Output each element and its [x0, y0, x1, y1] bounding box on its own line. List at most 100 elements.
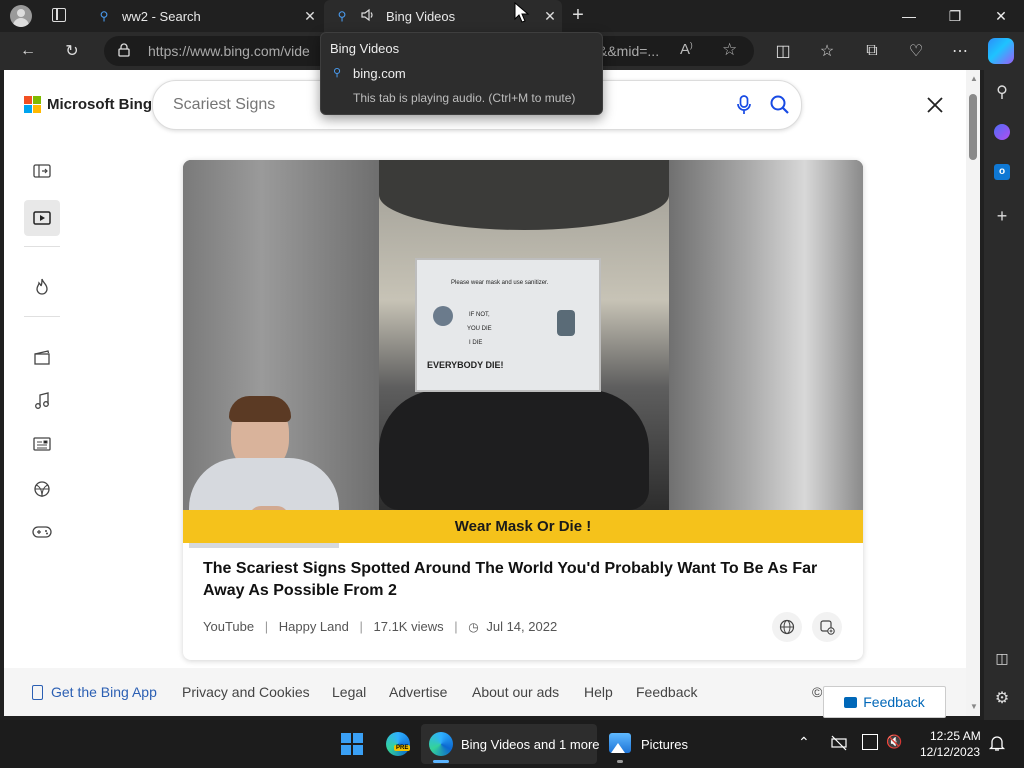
sign-line: IF NOT,	[469, 312, 490, 318]
video-date: Jul 14, 2022	[486, 619, 558, 634]
clock-icon: ◷	[468, 620, 479, 634]
copyright-text: ©	[812, 684, 823, 700]
favorite-star-icon[interactable]: ☆	[722, 40, 737, 60]
gaming-controller-icon[interactable]	[24, 514, 60, 550]
show-hidden-icons-chevron-icon[interactable]: ⌃	[798, 734, 810, 751]
sidebar-copilot-icon[interactable]	[988, 118, 1016, 146]
bing-logo[interactable]: Microsoft Bing	[24, 96, 152, 113]
sidebar-settings-icon[interactable]: ⚙	[988, 684, 1016, 712]
sports-ball-icon[interactable]	[24, 471, 60, 507]
edge-icon	[429, 732, 453, 756]
clock-date[interactable]: 12/12/2023	[920, 745, 980, 759]
help-link[interactable]: Help	[584, 668, 613, 716]
feedback-bubble-icon	[844, 696, 858, 708]
video-meta: YouTube | Happy Land | 17.1K views | ◷ J…	[203, 619, 558, 634]
feedback-link[interactable]: Feedback	[636, 668, 697, 716]
globe-icon[interactable]	[772, 612, 802, 642]
minimize-button[interactable]: —	[886, 0, 932, 32]
movies-clapper-icon[interactable]	[24, 339, 60, 375]
about-ads-link[interactable]: About our ads	[472, 668, 559, 716]
volume-muted-icon[interactable]: 🔇	[886, 734, 902, 750]
sign-line: Please wear mask and use sanitizer.	[451, 280, 549, 286]
close-tab-icon[interactable]: ✕	[298, 8, 322, 25]
microphone-icon[interactable]	[735, 94, 753, 116]
video-thumbnail[interactable]: Please wear mask and use sanitizer. IF N…	[183, 160, 863, 548]
legal-link[interactable]: Legal	[332, 668, 366, 716]
split-screen-icon[interactable]: ◫	[767, 35, 799, 67]
taskbar-pictures-button[interactable]: Pictures	[601, 724, 697, 764]
feedback-button[interactable]: Feedback	[823, 686, 946, 718]
copilot-icon[interactable]	[988, 38, 1014, 64]
hover-card-domain: bing.com	[353, 66, 406, 81]
collections-icon[interactable]: ⧉	[856, 35, 888, 67]
music-note-icon[interactable]	[24, 383, 60, 419]
videos-icon[interactable]	[24, 200, 60, 236]
close-window-button[interactable]: ✕	[978, 0, 1024, 32]
page-footer: Get the Bing App Privacy and Cookies Leg…	[4, 668, 966, 716]
add-to-collection-icon[interactable]	[812, 612, 842, 642]
back-button[interactable]: ←	[12, 35, 44, 67]
tab-ww2-search[interactable]: ⚲ ww2 - Search ✕	[86, 0, 322, 32]
brand-name: Microsoft Bing	[47, 96, 152, 113]
caption-text: Wear Mask Or Die !	[454, 518, 592, 535]
trending-flame-icon[interactable]	[24, 269, 60, 305]
browser-titlebar: ⚲ ww2 - Search ✕ ⚲ Bing Videos ✕ + — ❐ ✕	[0, 0, 1024, 32]
search-icon: ⚲	[99, 9, 109, 23]
restore-button[interactable]: ❐	[932, 0, 978, 32]
display-icon[interactable]	[862, 734, 878, 750]
taskbar-edge-label: Bing Videos and 1 more	[461, 737, 600, 752]
video-views: 17.1K views	[373, 619, 444, 634]
search-icon: ⚲	[333, 67, 342, 79]
favorites-icon[interactable]: ☆	[811, 35, 843, 67]
tab-actions-icon[interactable]	[52, 8, 66, 22]
tab-hover-card: Bing Videos ⚲ bing.com This tab is playi…	[320, 32, 603, 115]
get-bing-app-link[interactable]: Get the Bing App	[32, 668, 157, 716]
more-menu-icon[interactable]: ⋯	[944, 35, 976, 67]
microsoft-logo-icon	[24, 96, 41, 113]
edge-preview-icon[interactable]: PRE	[386, 732, 411, 756]
sign-line: YOU DIE	[467, 326, 492, 332]
notifications-bell-icon[interactable]	[988, 734, 1006, 752]
headrest	[379, 390, 649, 510]
speaker-icon[interactable]	[360, 7, 378, 26]
sidebar-search-icon[interactable]: ⚲	[988, 78, 1016, 106]
advertise-link[interactable]: Advertise	[389, 668, 447, 716]
news-icon[interactable]	[24, 426, 60, 462]
profile-avatar[interactable]	[10, 5, 32, 27]
network-disconnected-icon[interactable]	[830, 734, 848, 752]
tab-title: ww2 - Search	[122, 8, 201, 24]
taskbar-pictures-label: Pictures	[641, 737, 688, 752]
feedback-button-label: Feedback	[863, 694, 925, 710]
url-text-tail: &&mid=...	[598, 43, 660, 59]
sidebar-hide-icon[interactable]: ◫	[988, 644, 1016, 672]
lock-icon[interactable]	[118, 43, 130, 57]
sidebar-outlook-icon[interactable]: o	[988, 158, 1016, 186]
browser-essentials-icon[interactable]: ♡	[900, 35, 932, 67]
url-text: https://www.bing.com/vide	[148, 43, 310, 59]
read-aloud-icon[interactable]: A)	[680, 41, 693, 58]
caption-banner: Wear Mask Or Die !	[183, 510, 863, 543]
search-icon[interactable]	[769, 94, 791, 116]
phone-icon	[32, 684, 43, 700]
vertical-scrollbar[interactable]: ▲ ▼	[966, 70, 980, 716]
mouse-cursor-icon	[514, 1, 530, 24]
new-tab-button[interactable]: +	[566, 4, 590, 28]
video-title[interactable]: The Scariest Signs Spotted Around The Wo…	[203, 558, 853, 602]
refresh-button[interactable]: ↻	[56, 35, 88, 67]
taskbar-edge-button[interactable]: Bing Videos and 1 more	[421, 724, 600, 764]
video-result-card[interactable]: Please wear mask and use sanitizer. IF N…	[183, 160, 863, 660]
privacy-link[interactable]: Privacy and Cookies	[182, 668, 310, 716]
warning-sign: Please wear mask and use sanitizer. IF N…	[415, 258, 601, 392]
sidebar-add-icon[interactable]: +	[988, 202, 1016, 230]
taxi-scene: Please wear mask and use sanitizer. IF N…	[379, 160, 669, 510]
divider	[24, 316, 60, 317]
close-icon[interactable]	[924, 94, 946, 116]
collapse-panel-icon[interactable]	[24, 153, 60, 189]
clock-time[interactable]: 12:25 AM	[930, 729, 981, 743]
video-source: YouTube	[203, 619, 255, 634]
start-windows-icon[interactable]	[341, 733, 363, 755]
hover-card-title: Bing Videos	[330, 41, 400, 56]
close-tab-icon[interactable]: ✕	[538, 8, 562, 25]
running-indicator	[617, 760, 623, 763]
active-indicator	[433, 760, 449, 763]
